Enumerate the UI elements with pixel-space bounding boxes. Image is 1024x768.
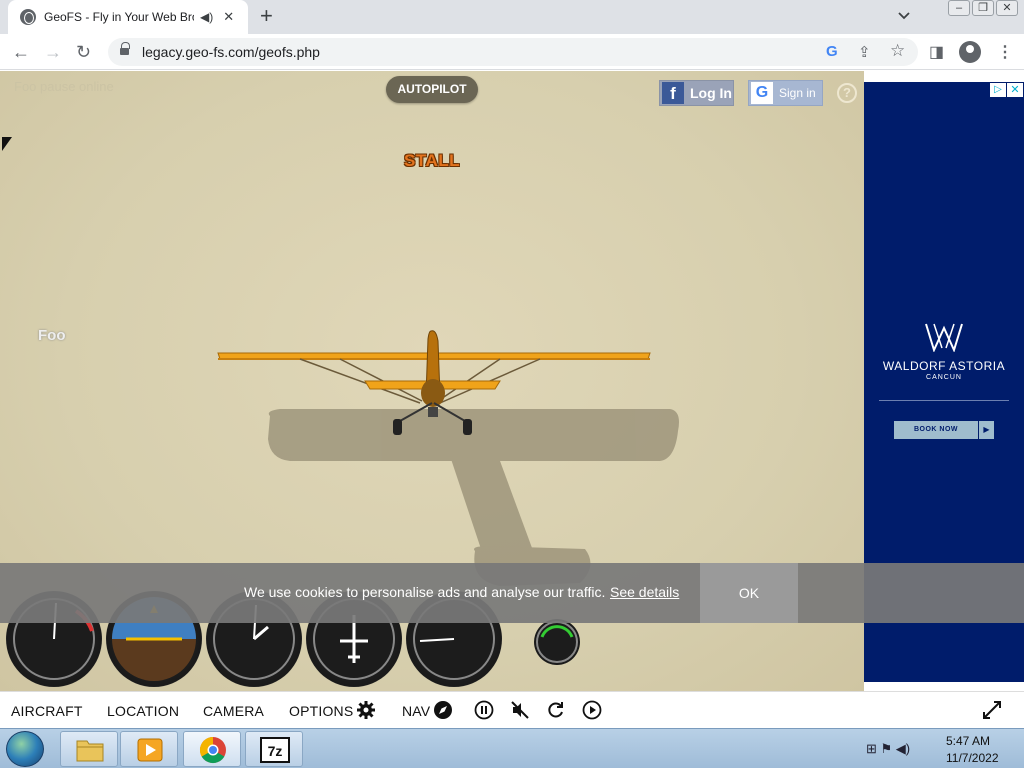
autopilot-button[interactable]: AUTOPILOT — [386, 76, 478, 103]
ad-location: CANCUN — [926, 374, 962, 381]
svg-text:7z: 7z — [268, 743, 283, 759]
ad-divider — [879, 400, 1009, 401]
google-signin-label: Sign in — [779, 86, 816, 100]
google-icon: G — [751, 82, 773, 104]
chrome-icon — [199, 736, 226, 764]
compass-icon[interactable] — [433, 700, 453, 720]
side-panel-icon[interactable]: ◨ — [929, 42, 944, 62]
facebook-login-button[interactable]: f Log In — [659, 80, 734, 106]
fullscreen-icon[interactable] — [982, 700, 1002, 720]
folder-icon — [76, 740, 104, 762]
facebook-icon: f — [662, 82, 684, 104]
clock-time[interactable]: 5:47 AM — [946, 734, 990, 748]
stall-warning: STALL — [404, 151, 461, 170]
lock-icon[interactable] — [120, 42, 130, 57]
forward-icon[interactable]: → — [44, 42, 62, 62]
globe-icon — [20, 9, 36, 25]
reload-icon[interactable]: ↻ — [76, 42, 91, 62]
ad-brand: WALDORF ASTORIA — [882, 359, 1006, 373]
rpm-gauge — [534, 619, 580, 665]
7zip-icon: 7z — [260, 737, 290, 763]
address-bar[interactable]: legacy.geo-fs.com/geofs.php G ⇪ ☆ — [108, 38, 918, 66]
bookmark-star-icon[interactable]: ☆ — [890, 41, 905, 61]
os-taskbar: 7z ⊞ ⚑ ◀) 5:47 AM 11/7/2022 — [0, 728, 1024, 768]
taskbar-file-explorer[interactable] — [60, 731, 118, 767]
speaker-icon[interactable]: ◀) — [200, 10, 213, 24]
mute-icon[interactable] — [510, 700, 530, 720]
mouse-cursor — [2, 137, 12, 151]
tab-strip: GeoFS - Fly in Your Web Bro ◀) ✕ + – ❐ ✕ — [0, 0, 1024, 34]
window-controls: – ❐ ✕ — [948, 0, 1018, 16]
start-button[interactable] — [6, 731, 44, 767]
book-now-button[interactable]: BOOK NOW — [894, 421, 978, 439]
gear-icon[interactable] — [356, 700, 376, 720]
cookie-banner: We use cookies to personalise ads and an… — [0, 563, 1024, 623]
pause-icon[interactable] — [474, 700, 494, 720]
status-text: Foo pause online — [14, 79, 114, 94]
back-icon[interactable]: ← — [12, 42, 30, 62]
close-window-button[interactable]: ✕ — [996, 0, 1018, 16]
share-icon[interactable]: ⇪ — [858, 43, 871, 61]
menu-camera[interactable]: CAMERA — [203, 703, 264, 719]
ad-top-strip — [864, 71, 1024, 82]
menu-kebab-icon[interactable]: ⋮ — [997, 42, 1013, 62]
google-signin-button[interactable]: G Sign in — [748, 80, 823, 106]
browser-toolbar: ← → ↻ legacy.geo-fs.com/geofs.php G ⇪ ☆ … — [0, 34, 1024, 70]
new-tab-button[interactable]: + — [260, 5, 273, 27]
cookie-details-link[interactable]: See details — [610, 584, 679, 600]
url-text[interactable]: legacy.geo-fs.com/geofs.php — [142, 44, 320, 60]
aircraft-shadow — [268, 409, 679, 586]
taskbar-chrome[interactable] — [183, 731, 241, 767]
menu-aircraft[interactable]: AIRCRAFT — [11, 703, 83, 719]
tray-icons[interactable]: ⊞ ⚑ ◀) — [866, 741, 910, 757]
menu-location[interactable]: LOCATION — [107, 703, 179, 719]
cookie-message: We use cookies to personalise ads and an… — [244, 584, 606, 600]
menu-nav[interactable]: NAV — [402, 703, 430, 719]
help-icon[interactable]: ? — [837, 83, 857, 103]
waldorf-logo-icon — [925, 323, 963, 352]
book-now-arrow-icon[interactable]: ▶ — [978, 421, 994, 439]
restore-button[interactable]: ❐ — [972, 0, 994, 16]
profile-avatar[interactable] — [959, 41, 981, 63]
minimize-button[interactable]: – — [948, 0, 970, 16]
cookie-ok-button[interactable]: OK — [700, 563, 798, 623]
adchoices-icon[interactable]: ▷ — [990, 83, 1006, 97]
ad-close-icon[interactable]: ✕ — [1007, 83, 1023, 97]
taskbar-7zip[interactable]: 7z — [245, 731, 303, 767]
facebook-login-label: Log In — [690, 85, 732, 101]
reset-icon[interactable] — [546, 700, 566, 720]
tab-title: GeoFS - Fly in Your Web Bro — [44, 10, 194, 24]
clock-date[interactable]: 11/7/2022 — [946, 751, 999, 765]
rpm-dial — [536, 621, 578, 663]
media-player-icon — [137, 738, 163, 762]
tab-search-icon[interactable] — [897, 9, 911, 23]
close-tab-icon[interactable]: ✕ — [223, 9, 234, 25]
google-lens-icon[interactable]: G — [826, 43, 838, 60]
browser-tab[interactable]: GeoFS - Fly in Your Web Bro ◀) ✕ — [8, 0, 248, 34]
game-menu-bar: AIRCRAFT LOCATION CAMERA OPTIONS NAV — [0, 691, 1024, 728]
taskbar-media-player[interactable] — [120, 731, 178, 767]
player-label: Foo — [38, 327, 66, 344]
play-icon[interactable] — [582, 700, 602, 720]
menu-options[interactable]: OPTIONS — [289, 703, 353, 719]
